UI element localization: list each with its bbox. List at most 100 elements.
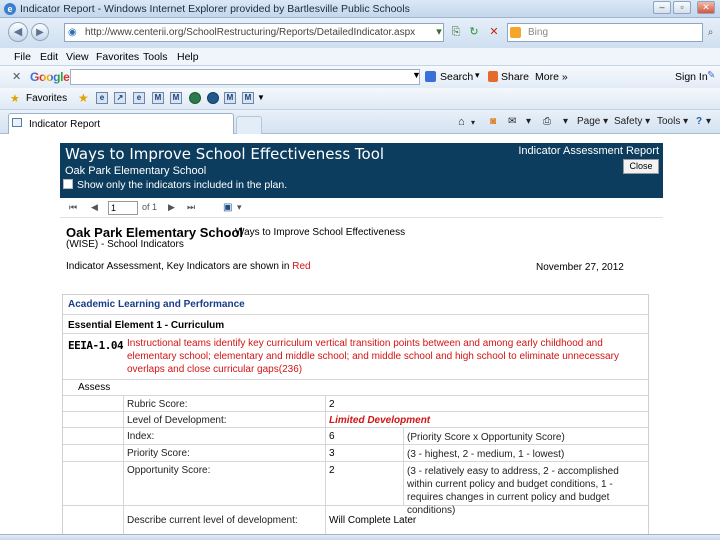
ie-logo-icon: e (4, 3, 16, 15)
row-label: Priority Score: (127, 448, 190, 459)
assessment-legend-red: Red (292, 261, 311, 272)
fav-dropdown-icon[interactable]: ▼ (257, 93, 265, 102)
tab-indicator-report[interactable]: Indicator Report (8, 113, 234, 134)
feeds-icon[interactable]: ◙ (490, 116, 496, 127)
fav-m-icon[interactable]: M (170, 92, 182, 104)
compatibility-view-icon[interactable]: ⎘ (449, 24, 463, 40)
menu-file[interactable]: File (14, 51, 31, 63)
fav-m-icon[interactable]: M (224, 92, 236, 104)
print-icon[interactable]: ⎙ (543, 116, 551, 127)
divider (63, 444, 648, 445)
close-window-button[interactable]: ✕ (697, 1, 715, 14)
row-label: Opportunity Score: (127, 465, 211, 476)
favorites-label[interactable]: Favorites (26, 93, 67, 104)
indicator-code: EEIA-1.04 (68, 339, 124, 352)
first-page-icon[interactable]: ⏮ (69, 202, 77, 213)
share-icon (488, 71, 498, 82)
tools-menu[interactable]: Tools ▾ (657, 116, 688, 127)
refresh-icon[interactable]: ↻ (467, 24, 481, 40)
assess-label: Assess (78, 382, 111, 393)
menu-tools[interactable]: Tools (143, 51, 168, 63)
safety-menu-label: Safety (614, 116, 643, 127)
share-button[interactable]: Share (501, 71, 529, 83)
school-name: Oak Park Elementary School (66, 225, 244, 240)
more-button[interactable]: More » (535, 71, 568, 83)
indicator-text: Instructional teams identify key curricu… (127, 338, 619, 375)
google-dropdown-icon[interactable]: ▼ (412, 70, 421, 80)
home-icon[interactable]: ⌂ (458, 116, 465, 128)
prev-page-icon[interactable]: ◀ (91, 202, 98, 213)
print-dropdown-icon[interactable]: ▾ (563, 116, 568, 127)
menu-help[interactable]: Help (177, 51, 199, 63)
plan-filter-checkbox[interactable] (63, 179, 73, 189)
fav-m-icon[interactable]: M (242, 92, 254, 104)
home-dropdown-icon[interactable]: ▾ (471, 118, 475, 127)
page-icon: ◉ (68, 27, 77, 38)
google-search-input[interactable] (70, 69, 420, 85)
search-dropdown-icon[interactable]: ▾ (475, 70, 480, 81)
divider (403, 427, 404, 505)
search-go-icon[interactable]: ⌕ (703, 23, 718, 42)
safety-menu[interactable]: Safety ▾ (614, 116, 650, 127)
essential-element-title: Essential Element 1 - Curriculum (68, 320, 225, 331)
divider (63, 411, 648, 412)
fav-link-icon[interactable]: ↗ (114, 92, 126, 104)
next-page-icon[interactable]: ▶ (168, 202, 175, 213)
filter-label: Show only the indicators included in the… (77, 179, 288, 191)
menu-view[interactable]: View (66, 51, 89, 63)
divider (63, 314, 648, 315)
assessment-legend: Indicator Assessment, Key Indicators are… (66, 261, 311, 272)
back-button[interactable]: ◀ (8, 22, 28, 42)
menu-favorites[interactable]: Favorites (96, 51, 139, 63)
last-page-icon[interactable]: ⏭ (187, 202, 195, 213)
google-search-icon (425, 71, 436, 82)
search-placeholder: Bing (528, 27, 549, 38)
tab-title: Indicator Report (29, 119, 101, 130)
fav-globe-icon[interactable] (189, 92, 201, 104)
export-dropdown-icon[interactable]: ▾ (237, 202, 242, 213)
wrench-icon[interactable]: ✎ (707, 70, 715, 81)
sign-in-link[interactable]: Sign In (675, 71, 708, 83)
status-bar (0, 534, 720, 540)
help-icon[interactable]: ? (696, 116, 702, 127)
search-box[interactable]: Bing (507, 23, 703, 42)
row-label: Rubric Score: (127, 399, 188, 410)
menu-edit[interactable]: Edit (40, 51, 58, 63)
navigation-bar: ◀ ▶ http://www.centerii.org/SchoolRestru… (0, 18, 720, 48)
fav-link-icon[interactable]: e (133, 92, 145, 104)
close-toolbar-icon[interactable]: ✕ (12, 70, 21, 83)
row-label: Level of Development: (127, 415, 227, 426)
row-label: Index: (127, 431, 155, 442)
area-title: Academic Learning and Performance (68, 299, 245, 310)
report-title: Ways to Improve School Effectiveness Too… (65, 145, 385, 163)
fav-globe-icon[interactable] (207, 92, 219, 104)
google-toolbar: ✕ Google ▼ Search ▾ Share More » Sign In… (0, 66, 720, 88)
page-number-input[interactable]: 1 (108, 201, 138, 215)
mail-icon[interactable]: ✉ (508, 116, 516, 127)
mail-dropdown-icon[interactable]: ▾ (526, 116, 531, 127)
add-favorite-icon[interactable]: ★ (78, 91, 89, 105)
divider (63, 395, 648, 396)
stop-icon[interactable]: ✕ (487, 24, 501, 40)
close-report-button[interactable]: Close (623, 159, 659, 174)
tab-bar: Indicator Report ⌂ ▾ ◙ ✉ ▾ ⎙ ▾ Page ▾ Sa… (0, 110, 720, 134)
google-search-button[interactable]: Search (440, 71, 473, 83)
address-dropdown-icon[interactable]: ▾ (432, 24, 446, 40)
divider (63, 333, 648, 334)
new-tab-button[interactable] (236, 116, 262, 134)
page-menu[interactable]: Page ▾ (577, 116, 608, 127)
row-note: (3 - relatively easy to address, 2 - acc… (407, 466, 619, 516)
fav-m-icon[interactable]: M (152, 92, 164, 104)
fav-link-icon[interactable]: e (96, 92, 108, 104)
export-icon[interactable]: ▣ (223, 202, 232, 213)
maximize-button[interactable]: ▫ (673, 1, 691, 14)
google-logo: Google (30, 70, 70, 84)
report-school: Oak Park Elementary School (65, 165, 207, 177)
help-dropdown-icon[interactable]: ▾ (706, 116, 711, 127)
minimize-button[interactable]: – (653, 1, 671, 14)
url-text: http://www.centerii.org/SchoolRestructur… (85, 27, 416, 38)
divider (63, 461, 648, 462)
google-logo-text: Google (30, 70, 70, 84)
address-bar[interactable]: http://www.centerii.org/SchoolRestructur… (64, 23, 444, 42)
forward-button[interactable]: ▶ (31, 23, 49, 41)
